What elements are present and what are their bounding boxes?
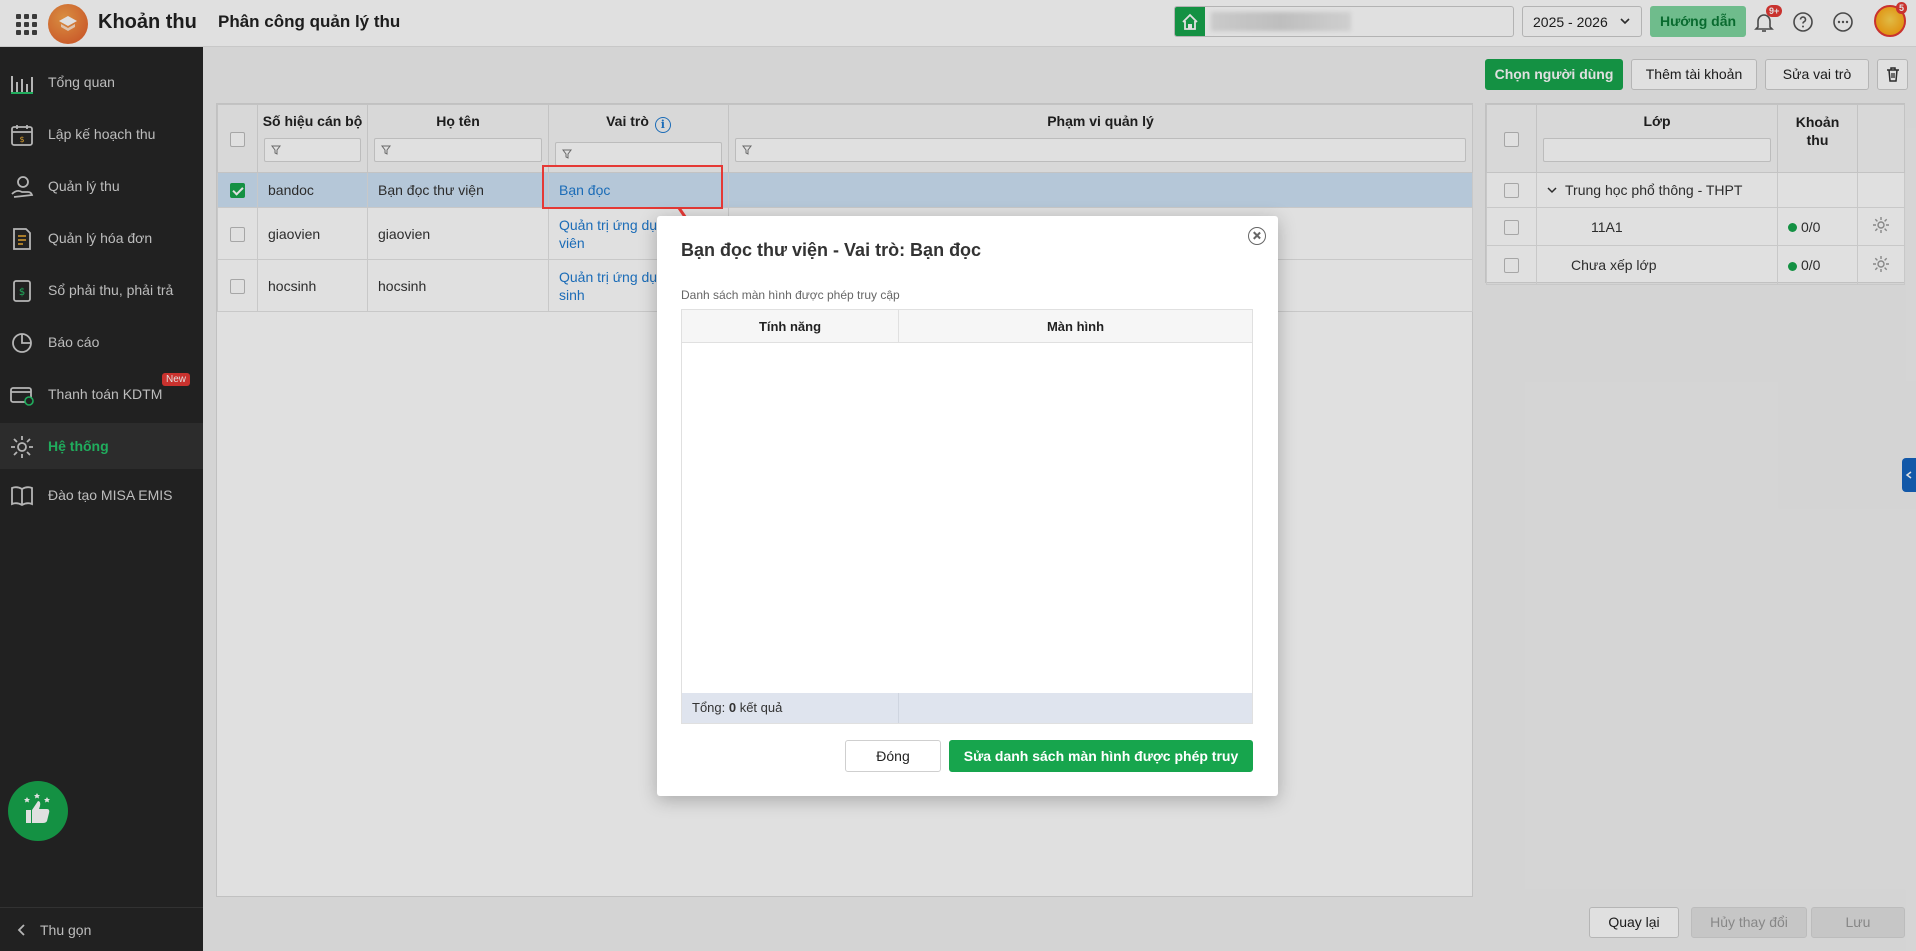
total-count: 0 [728, 700, 737, 715]
permissions-grid-footer: Tổng: 0 kết quả [682, 693, 1252, 723]
close-icon[interactable] [1248, 227, 1266, 245]
permissions-grid-header: Tính năng Màn hình [682, 310, 1252, 343]
permissions-grid: Tính năng Màn hình Tổng: 0 kết quả [681, 309, 1253, 724]
annotation-highlight-box [542, 165, 723, 209]
total-suffix: kết quả [736, 700, 783, 715]
column-header: Màn hình [1046, 319, 1105, 334]
total-prefix: Tổng: [692, 700, 729, 715]
dialog-title: Bạn đọc thư viện - Vai trò: Bạn đọc [681, 240, 982, 260]
total-count-label: Tổng: 0 kết quả [682, 693, 899, 723]
close-button[interactable]: Đóng [845, 740, 941, 772]
role-permissions-dialog: Bạn đọc thư viện - Vai trò: Bạn đọc Danh… [657, 216, 1278, 796]
column-header: Tính năng [682, 310, 899, 343]
edit-screen-list-button[interactable]: Sửa danh sách màn hình được phép truy cậ… [949, 740, 1253, 794]
dialog-subtitle: Danh sách màn hình được phép truy cập [681, 288, 900, 302]
